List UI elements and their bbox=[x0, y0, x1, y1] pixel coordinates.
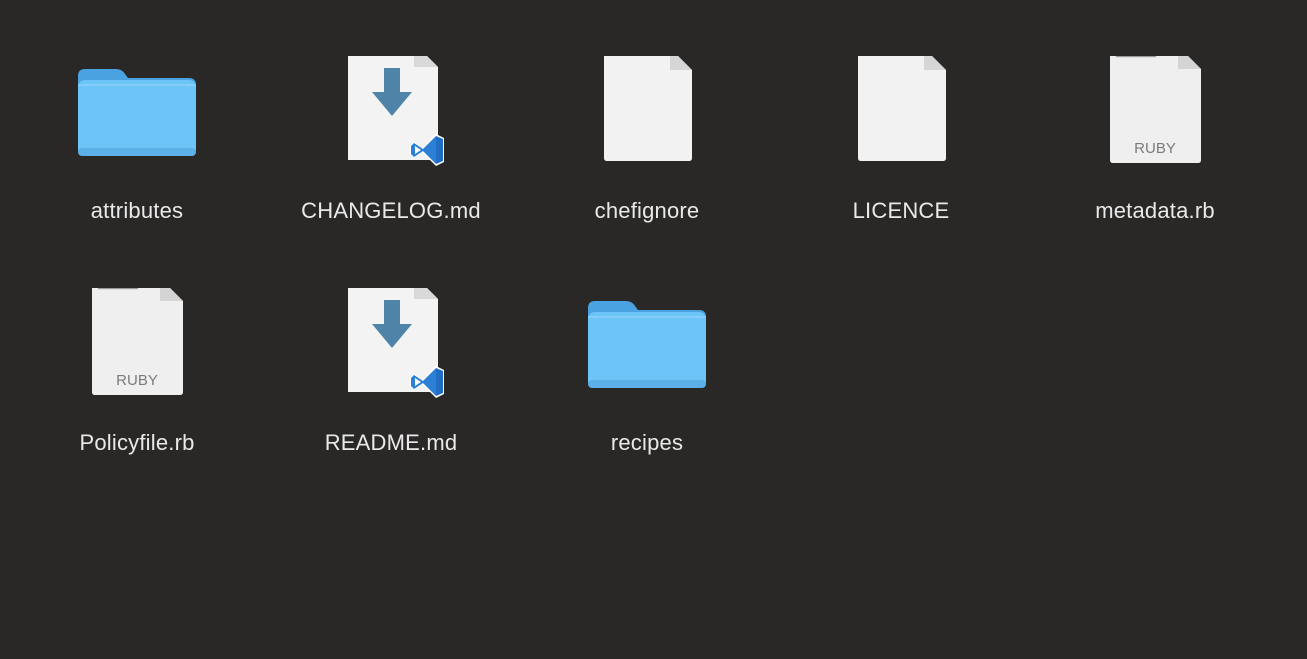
file-name: CHANGELOG.md bbox=[301, 198, 481, 223]
file-item-licence[interactable]: LICENCE bbox=[791, 56, 1011, 256]
file-name: chefignore bbox=[594, 198, 700, 223]
file-grid: attributes CHANGELOG.md chefignore LICEN… bbox=[0, 0, 1307, 659]
file-item-chefignore[interactable]: chefignore bbox=[537, 56, 757, 256]
folder-icon[interactable] bbox=[72, 56, 202, 186]
file-item-policyfile[interactable]: RUBY Policyfile.rb bbox=[27, 288, 247, 488]
file-item-recipes[interactable]: recipes bbox=[537, 288, 757, 488]
file-item-readme[interactable]: README.md bbox=[281, 288, 501, 488]
file-name: recipes bbox=[610, 430, 684, 455]
vscode-markdown-icon[interactable] bbox=[326, 288, 456, 418]
file-name: LICENCE bbox=[852, 198, 950, 223]
file-item-metadata[interactable]: RUBY metadata.rb bbox=[1045, 56, 1265, 256]
file-name: Policyfile.rb bbox=[79, 430, 195, 455]
file-name: attributes bbox=[90, 198, 184, 223]
ruby-file-icon[interactable]: RUBY bbox=[1090, 56, 1220, 186]
file-item-changelog[interactable]: CHANGELOG.md bbox=[281, 56, 501, 256]
ruby-file-icon[interactable]: RUBY bbox=[72, 288, 202, 418]
folder-icon[interactable] bbox=[582, 288, 712, 418]
document-icon[interactable] bbox=[582, 56, 712, 186]
file-name: README.md bbox=[324, 430, 458, 455]
vscode-markdown-icon[interactable] bbox=[326, 56, 456, 186]
file-name: metadata.rb bbox=[1095, 198, 1215, 223]
file-item-attributes[interactable]: attributes bbox=[27, 56, 247, 256]
document-icon[interactable] bbox=[836, 56, 966, 186]
file-badge: RUBY bbox=[116, 372, 158, 389]
file-badge: RUBY bbox=[1134, 140, 1176, 157]
